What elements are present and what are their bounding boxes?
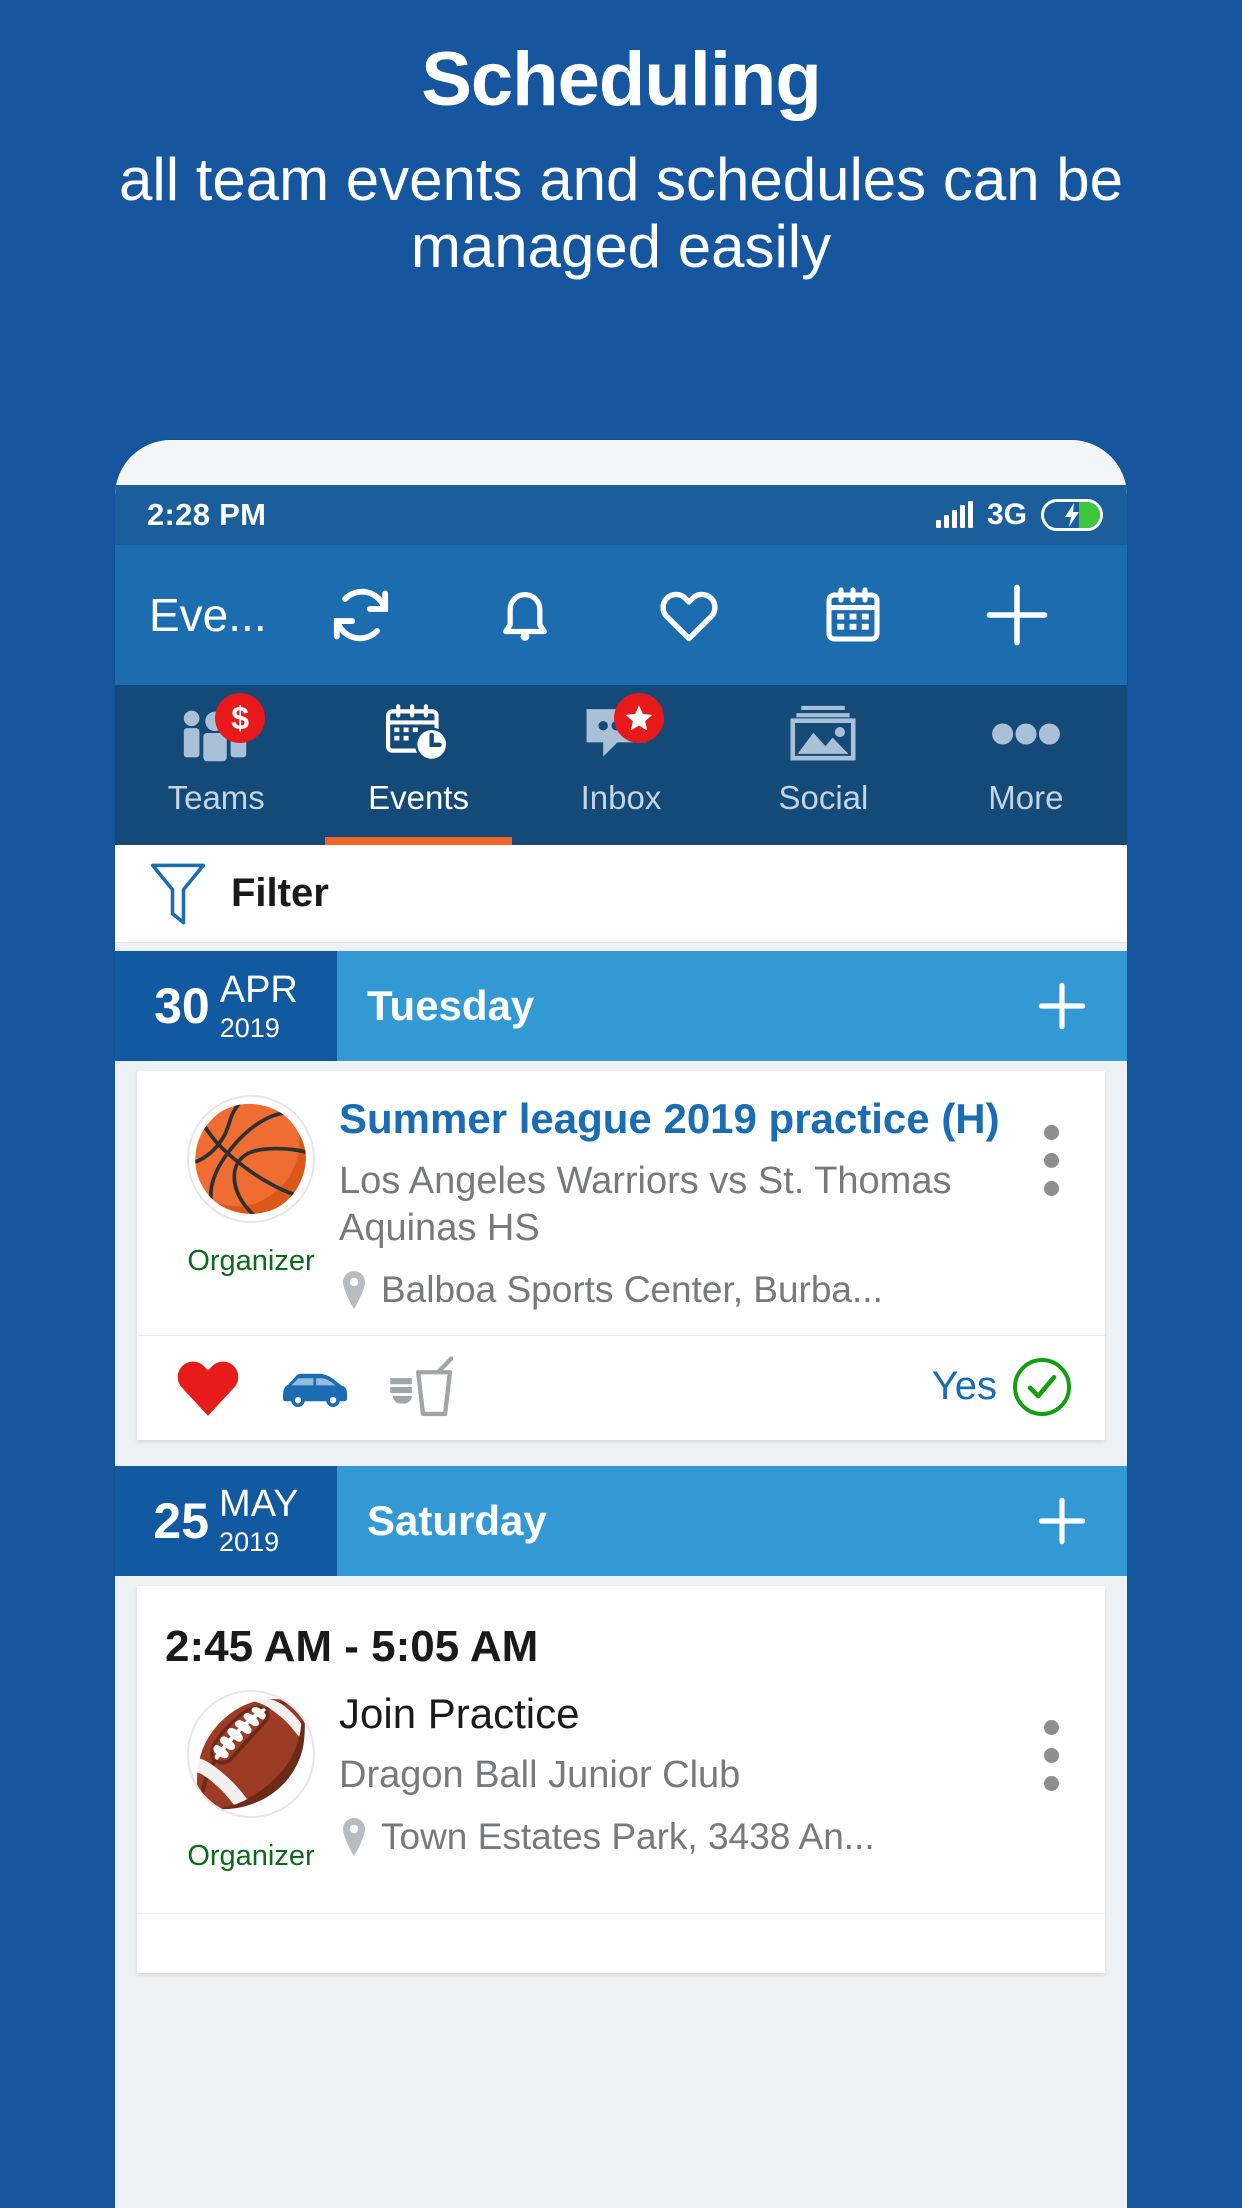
add-event-button[interactable] — [1031, 1490, 1093, 1552]
event-avatar-column: 🏀 Organizer — [163, 1095, 339, 1311]
inbox-badge — [614, 693, 665, 743]
active-tab-indicator — [325, 837, 512, 845]
app-bar: Eve... — [115, 545, 1127, 685]
ellipsis-icon — [985, 703, 1067, 765]
event-subtitle: Los Angeles Warriors vs St. Thomas Aquin… — [339, 1159, 952, 1250]
star-icon — [625, 705, 653, 731]
date-weekday-bar: Saturday — [337, 1465, 1127, 1576]
rsvp-label: Yes — [931, 1364, 997, 1409]
event-location-text: Town Estates Park, 3438 An... — [381, 1815, 875, 1857]
teams-badge: $ — [215, 693, 266, 743]
basketball-avatar: 🏀 — [187, 1095, 315, 1223]
event-info: Join Practice Dragon Ball Junior Club To… — [339, 1690, 1023, 1873]
event-card[interactable]: 2:45 AM - 5:05 AM 🏈 Organizer Join Pract… — [137, 1585, 1105, 1973]
tab-more[interactable]: More — [925, 685, 1127, 845]
calendar-icon[interactable] — [809, 571, 897, 659]
date-weekday-bar: Tuesday — [337, 951, 1127, 1061]
phone-screen: 2:28 PM 3G Eve... $ Teams Events Inbox S… — [115, 485, 1127, 2208]
promo-title: Scheduling — [421, 37, 822, 122]
filter-bar[interactable]: Filter — [115, 845, 1127, 943]
tab-events-label: Events — [368, 779, 470, 816]
funnel-icon — [150, 863, 206, 924]
date-year: 2019 — [219, 1527, 280, 1558]
football-avatar: 🏈 — [187, 1689, 315, 1818]
date-year: 2019 — [219, 1012, 280, 1043]
event-location-text: Balboa Sports Center, Burba... — [381, 1268, 883, 1310]
date-day: 25 — [153, 1492, 210, 1549]
date-badge: 30 APR 2019 — [115, 951, 337, 1061]
event-time: 2:45 AM - 5:05 AM — [165, 1621, 539, 1671]
bottom-tab-bar: $ Teams Events Inbox Social More — [115, 685, 1127, 845]
tab-teams-label: Teams — [167, 779, 265, 816]
status-bar: 2:28 PM 3G — [115, 485, 1127, 545]
heart-filled-icon[interactable] — [175, 1356, 241, 1418]
promo-subtitle: all team events and schedules can be man… — [119, 145, 1123, 280]
refresh-icon[interactable] — [317, 571, 405, 659]
check-circle-icon — [1013, 1357, 1071, 1416]
tab-social-label: Social — [778, 779, 869, 816]
status-time: 2:28 PM — [147, 497, 267, 532]
tab-social[interactable]: Social — [722, 685, 924, 845]
battery-charging-icon — [1041, 499, 1103, 531]
date-month: APR — [219, 968, 298, 1011]
tab-events[interactable]: Events — [317, 685, 519, 845]
event-card-actions: Yes — [137, 1334, 1105, 1440]
tab-more-label: More — [988, 779, 1064, 816]
chat-bubble-icon — [580, 693, 665, 765]
photo-icon — [782, 703, 864, 765]
card-footer-divider — [137, 1912, 1105, 1973]
map-pin-icon — [343, 1817, 365, 1856]
snack-drink-icon[interactable] — [389, 1356, 455, 1418]
tab-teams[interactable]: $ Teams — [115, 685, 317, 845]
event-subtitle: Dragon Ball Junior Club — [339, 1754, 741, 1797]
date-day: 30 — [154, 978, 210, 1034]
phone-bezel-top — [115, 440, 1127, 485]
calendar-clock-icon — [378, 703, 460, 765]
people-icon: $ — [175, 693, 266, 765]
page-title: Eve... — [149, 589, 267, 641]
plus-icon[interactable] — [973, 571, 1061, 659]
event-location: Town Estates Park, 3438 An... — [339, 1816, 1013, 1858]
date-header: 25 MAY 2019 Saturday — [115, 1465, 1127, 1576]
date-weekday: Tuesday — [367, 982, 535, 1029]
date-header: 30 APR 2019 Tuesday — [115, 951, 1127, 1061]
organizer-label: Organizer — [187, 1839, 315, 1872]
charging-bolt-icon — [1065, 503, 1079, 527]
signal-bars-icon — [935, 501, 973, 528]
event-title[interactable]: Join Practice — [339, 1690, 1013, 1739]
promo-screenshot-page: Scheduling all team events and schedules… — [0, 0, 1242, 2208]
tab-inbox[interactable]: Inbox — [520, 685, 722, 845]
event-title[interactable]: Summer league 2019 practice (H) — [339, 1095, 1013, 1144]
heart-icon[interactable] — [645, 571, 733, 659]
status-indicators: 3G — [935, 498, 1103, 532]
bell-icon[interactable] — [481, 571, 569, 659]
organizer-label: Organizer — [187, 1245, 315, 1277]
date-month: MAY — [219, 1483, 299, 1526]
map-pin-icon — [343, 1270, 365, 1309]
rsvp-status[interactable]: Yes — [931, 1357, 1071, 1416]
event-location: Balboa Sports Center, Burba... — [339, 1269, 1013, 1311]
app-bar-actions — [279, 571, 1099, 659]
add-event-button[interactable] — [1031, 975, 1093, 1037]
car-icon[interactable] — [277, 1362, 353, 1412]
phone-mockup: 2:28 PM 3G Eve... $ Teams Events Inbox S… — [115, 440, 1127, 2208]
filter-label: Filter — [231, 871, 329, 915]
event-avatar-column: 🏈 Organizer — [163, 1689, 339, 1873]
promo-header: Scheduling all team events and schedules… — [0, 0, 1242, 280]
event-info: Summer league 2019 practice (H) Los Ange… — [339, 1095, 1023, 1311]
date-badge: 25 MAY 2019 — [115, 1465, 337, 1576]
date-weekday: Saturday — [367, 1496, 547, 1544]
network-type-label: 3G — [986, 498, 1027, 531]
tab-inbox-label: Inbox — [580, 779, 662, 816]
kebab-menu-icon[interactable] — [1023, 1690, 1079, 1873]
event-card[interactable]: 🏀 Organizer Summer league 2019 practice … — [137, 1071, 1105, 1440]
kebab-menu-icon[interactable] — [1023, 1095, 1079, 1311]
